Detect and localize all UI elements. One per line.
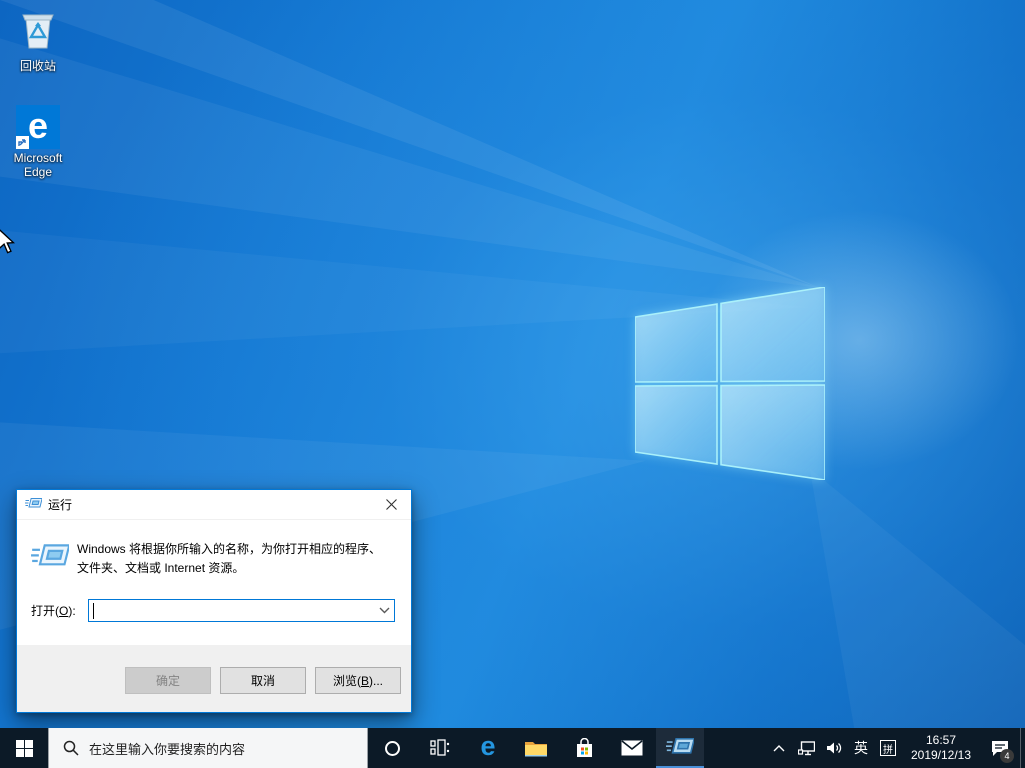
desktop-icon-label: Microsoft Edge — [13, 151, 63, 179]
action-center-button[interactable]: 4 — [980, 728, 1020, 768]
file-explorer-icon — [525, 741, 547, 756]
store-icon — [576, 737, 592, 757]
chevron-up-icon — [773, 745, 785, 752]
taskbar-search-box[interactable]: 在这里输入你要搜索的内容 — [48, 728, 368, 768]
windows-logo-wallpaper — [635, 287, 825, 480]
browse-button[interactable]: 浏览(B)... — [315, 667, 401, 694]
search-placeholder: 在这里输入你要搜索的内容 — [89, 741, 246, 757]
close-icon[interactable] — [371, 490, 411, 519]
clock-date: 2019/12/13 — [910, 748, 972, 762]
desktop-icon-recycle-bin[interactable]: 回收站 — [0, 8, 76, 74]
run-dialog: 运行 Windows 将根据你所输入的名称，为你打开相应的程序、文件夹、文档或 … — [16, 489, 412, 713]
cortana-icon — [384, 740, 400, 756]
run-dialog-description: Windows 将根据你所输入的名称，为你打开相应的程序、文件夹、文档或 Int… — [77, 542, 382, 576]
notification-badge: 4 — [1000, 749, 1014, 763]
task-view-button[interactable] — [416, 728, 464, 768]
open-input[interactable] — [89, 601, 374, 621]
taskbar-apps: e — [368, 728, 704, 768]
text-caret — [93, 603, 94, 620]
ime-mode-indicator[interactable]: 拼 — [874, 728, 902, 768]
ok-button[interactable]: 确定 — [125, 667, 211, 694]
edge-icon: e — [480, 730, 496, 761]
ime-language-indicator[interactable]: 英 — [848, 728, 874, 768]
clock[interactable]: 16:57 2019/12/13 — [902, 728, 980, 768]
run-icon — [666, 737, 694, 754]
shortcut-arrow-icon — [16, 136, 29, 149]
hidden-icons-button[interactable] — [766, 728, 792, 768]
run-dialog-footer: 确定 取消 浏览(B)... — [17, 645, 411, 712]
cancel-button[interactable]: 取消 — [220, 667, 306, 694]
system-tray: 英 拼 16:57 2019/12/13 4 — [766, 728, 1025, 768]
network-icon — [797, 740, 815, 755]
desktop-icon-microsoft-edge[interactable]: e Microsoft Edge — [0, 105, 76, 180]
show-desktop-button[interactable] — [1020, 728, 1025, 768]
network-button[interactable] — [792, 728, 820, 768]
mouse-cursor — [0, 228, 16, 259]
recycle-bin-icon — [17, 8, 59, 57]
speaker-icon — [827, 742, 842, 754]
chevron-down-icon[interactable] — [374, 600, 394, 621]
taskbar: 在这里输入你要搜索的内容 e 英 拼 16:57 2019/12/13 4 — [0, 728, 1025, 768]
ime-language-label: 英 — [854, 740, 868, 756]
file-explorer-button[interactable] — [512, 728, 560, 768]
run-taskbar-button[interactable] — [656, 728, 704, 768]
edge-icon: e — [16, 105, 60, 149]
start-button[interactable] — [0, 728, 48, 768]
run-dialog-titlebar[interactable]: 运行 — [17, 490, 411, 520]
run-dialog-icon — [25, 497, 43, 513]
task-view-icon — [430, 739, 450, 756]
taskbar-empty-area — [704, 728, 766, 768]
edge-taskbar-button[interactable]: e — [464, 728, 512, 768]
run-dialog-title: 运行 — [48, 498, 73, 512]
run-icon — [31, 540, 77, 578]
open-combobox[interactable] — [88, 599, 395, 623]
mail-button[interactable] — [608, 728, 656, 768]
store-button[interactable] — [560, 728, 608, 768]
ime-mode-icon: 拼 — [880, 740, 896, 756]
windows-start-icon — [15, 739, 33, 757]
volume-button[interactable] — [820, 728, 848, 768]
open-label: 打开(O): — [31, 604, 76, 619]
clock-time: 16:57 — [925, 733, 957, 747]
cortana-button[interactable] — [368, 728, 416, 768]
search-icon — [63, 740, 79, 756]
mail-icon — [621, 740, 643, 756]
desktop-icon-label: 回收站 — [19, 59, 56, 73]
